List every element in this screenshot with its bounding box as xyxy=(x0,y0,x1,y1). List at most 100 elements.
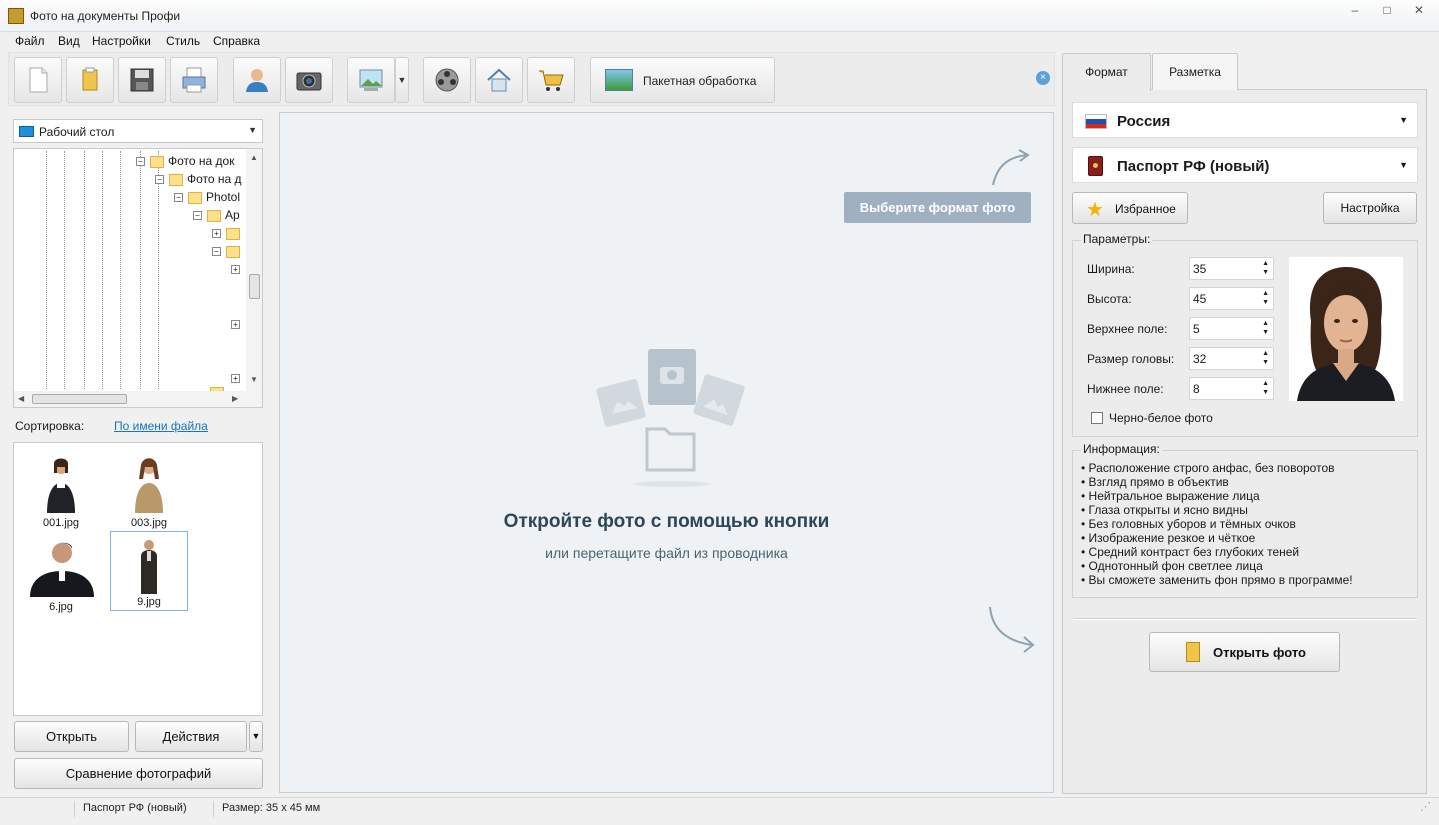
stepper-down-icon[interactable]: ▼ xyxy=(1262,269,1269,276)
list-item[interactable]: 001.jpg xyxy=(22,451,100,531)
param-label: Высота: xyxy=(1087,292,1132,306)
cart-button[interactable] xyxy=(527,57,575,103)
close-icon[interactable]: × xyxy=(1036,71,1050,85)
new-document-button[interactable] xyxy=(14,57,62,103)
minimize-button[interactable]: – xyxy=(1340,0,1370,22)
film-reel-icon xyxy=(435,68,459,92)
stepper-up-icon[interactable]: ▲ xyxy=(1262,290,1269,297)
collapse-icon[interactable]: − xyxy=(155,175,164,185)
scroll-down-icon[interactable]: ▼ xyxy=(250,375,258,384)
menu-bar: Файл Вид Настройки Стиль Справка xyxy=(0,32,1439,52)
collapse-icon[interactable]: − xyxy=(212,247,221,257)
expand-icon[interactable]: + xyxy=(231,374,240,384)
camera-button[interactable] xyxy=(285,57,333,103)
top-margin-stepper[interactable]: 5 ▲ ▼ xyxy=(1189,317,1274,340)
resize-grip-icon[interactable]: ⋰ xyxy=(1420,800,1431,813)
image-effects-button[interactable] xyxy=(347,57,395,103)
expand-icon[interactable]: + xyxy=(231,320,240,330)
compare-photos-button[interactable]: Сравнение фотографий xyxy=(14,758,263,789)
file-name: 9.jpg xyxy=(137,596,161,608)
tree-node[interactable]: − Фото на док xyxy=(136,154,234,168)
expand-icon[interactable]: + xyxy=(212,229,221,239)
drop-area[interactable]: Выберите формат фото Откройте фото с пом… xyxy=(279,112,1054,793)
stepper-down-icon[interactable]: ▼ xyxy=(1262,329,1269,336)
cart-icon xyxy=(539,70,564,91)
menu-file[interactable]: Файл xyxy=(15,34,45,48)
width-stepper[interactable]: 35 ▲ ▼ xyxy=(1189,257,1274,280)
tab-layout[interactable]: Разметка xyxy=(1152,53,1238,90)
stepper-up-icon[interactable]: ▲ xyxy=(1262,350,1269,357)
expand-icon[interactable]: + xyxy=(231,265,240,275)
print-button[interactable] xyxy=(170,57,218,103)
collapse-icon[interactable]: − xyxy=(193,211,202,221)
maximize-button[interactable]: □ xyxy=(1372,0,1402,22)
image-effects-dropdown[interactable]: ▼ xyxy=(395,57,409,103)
menu-help[interactable]: Справка xyxy=(213,34,260,48)
list-item: Однотонный фон светлее лица xyxy=(1081,559,1353,573)
country-select[interactable]: Россия ▼ xyxy=(1072,102,1418,138)
folder-icon xyxy=(207,209,221,222)
home-button[interactable] xyxy=(475,57,523,103)
tree-horizontal-scrollbar[interactable]: ◀ ▶ xyxy=(14,391,262,407)
photo-thumbnail xyxy=(135,458,163,513)
favorites-button[interactable]: ★ Избранное xyxy=(1072,192,1188,224)
list-item[interactable]: 9.jpg xyxy=(110,531,188,611)
center-title: Откройте фото с помощью кнопки xyxy=(503,511,830,532)
open-photo-button[interactable]: Открыть фото xyxy=(1149,632,1340,672)
bottom-margin-stepper[interactable]: 8 ▲ ▼ xyxy=(1189,377,1274,400)
folder-icon xyxy=(188,191,202,204)
sort-option-link[interactable]: По имени файла xyxy=(114,419,208,433)
list-item[interactable]: 6.jpg xyxy=(22,535,100,615)
scroll-thumb[interactable] xyxy=(249,274,260,299)
tree-node[interactable]: + xyxy=(231,371,245,385)
user-button[interactable] xyxy=(233,57,281,103)
collapse-icon[interactable]: − xyxy=(174,193,183,203)
tree-node[interactable]: − xyxy=(212,244,244,258)
scroll-left-icon[interactable]: ◀ xyxy=(18,394,24,403)
folder-select[interactable]: Рабочий стол ▼ xyxy=(13,119,263,143)
list-item: Без головных уборов и тёмных очков xyxy=(1081,517,1353,531)
stepper-up-icon[interactable]: ▲ xyxy=(1262,260,1269,267)
tree-node[interactable]: − Ap xyxy=(193,208,240,222)
tree-node[interactable]: − Фото на д xyxy=(155,172,242,186)
scroll-up-icon[interactable]: ▲ xyxy=(250,153,258,162)
film-button[interactable] xyxy=(423,57,471,103)
height-stepper[interactable]: 45 ▲ ▼ xyxy=(1189,287,1274,310)
open-file-button[interactable]: Открыть xyxy=(14,721,129,752)
collapse-icon[interactable]: − xyxy=(136,157,145,167)
batch-processing-button[interactable]: Пакетная обработка xyxy=(590,57,775,103)
tab-format[interactable]: Формат xyxy=(1062,53,1151,91)
menu-view[interactable]: Вид xyxy=(58,34,80,48)
bw-checkbox[interactable] xyxy=(1091,412,1103,424)
close-window-button[interactable]: ✕ xyxy=(1404,0,1434,22)
status-document: Паспорт РФ (новый) xyxy=(83,802,187,814)
tree-node[interactable]: + xyxy=(231,262,245,276)
open-button[interactable] xyxy=(66,57,114,103)
tree-node[interactable]: − Photol xyxy=(174,190,240,204)
stepper-down-icon[interactable]: ▼ xyxy=(1262,299,1269,306)
format-settings-button[interactable]: Настройка xyxy=(1323,192,1417,224)
tree-node[interactable]: + xyxy=(212,226,244,240)
landscape-icon xyxy=(605,69,633,91)
scroll-right-icon[interactable]: ▶ xyxy=(232,394,238,403)
stepper-up-icon[interactable]: ▲ xyxy=(1262,320,1269,327)
file-name: 6.jpg xyxy=(49,601,73,613)
head-size-stepper[interactable]: 32 ▲ ▼ xyxy=(1189,347,1274,370)
stepper-up-icon[interactable]: ▲ xyxy=(1262,380,1269,387)
choose-format-hint: Выберите формат фото xyxy=(844,192,1031,223)
menu-settings[interactable]: Настройки xyxy=(92,34,151,48)
divider xyxy=(1073,618,1417,620)
document-select[interactable]: Паспорт РФ (новый) ▼ xyxy=(1072,147,1418,183)
stepper-down-icon[interactable]: ▼ xyxy=(1262,359,1269,366)
actions-dropdown-button[interactable]: ▼ xyxy=(249,721,263,752)
menu-style[interactable]: Стиль xyxy=(166,34,200,48)
stepper-down-icon[interactable]: ▼ xyxy=(1262,389,1269,396)
scroll-thumb[interactable] xyxy=(32,394,127,404)
list-item[interactable]: 003.jpg xyxy=(110,451,188,531)
tree-vertical-scrollbar[interactable]: ▲ ▼ xyxy=(246,149,262,393)
tree-node[interactable]: + xyxy=(231,317,245,331)
parameters-title: Параметры: xyxy=(1081,232,1153,246)
folder-tree[interactable]: − Фото на док − Фото на д − Photol − Ap + − … xyxy=(13,148,263,408)
actions-button[interactable]: Действия xyxy=(135,721,247,752)
save-button[interactable] xyxy=(118,57,166,103)
